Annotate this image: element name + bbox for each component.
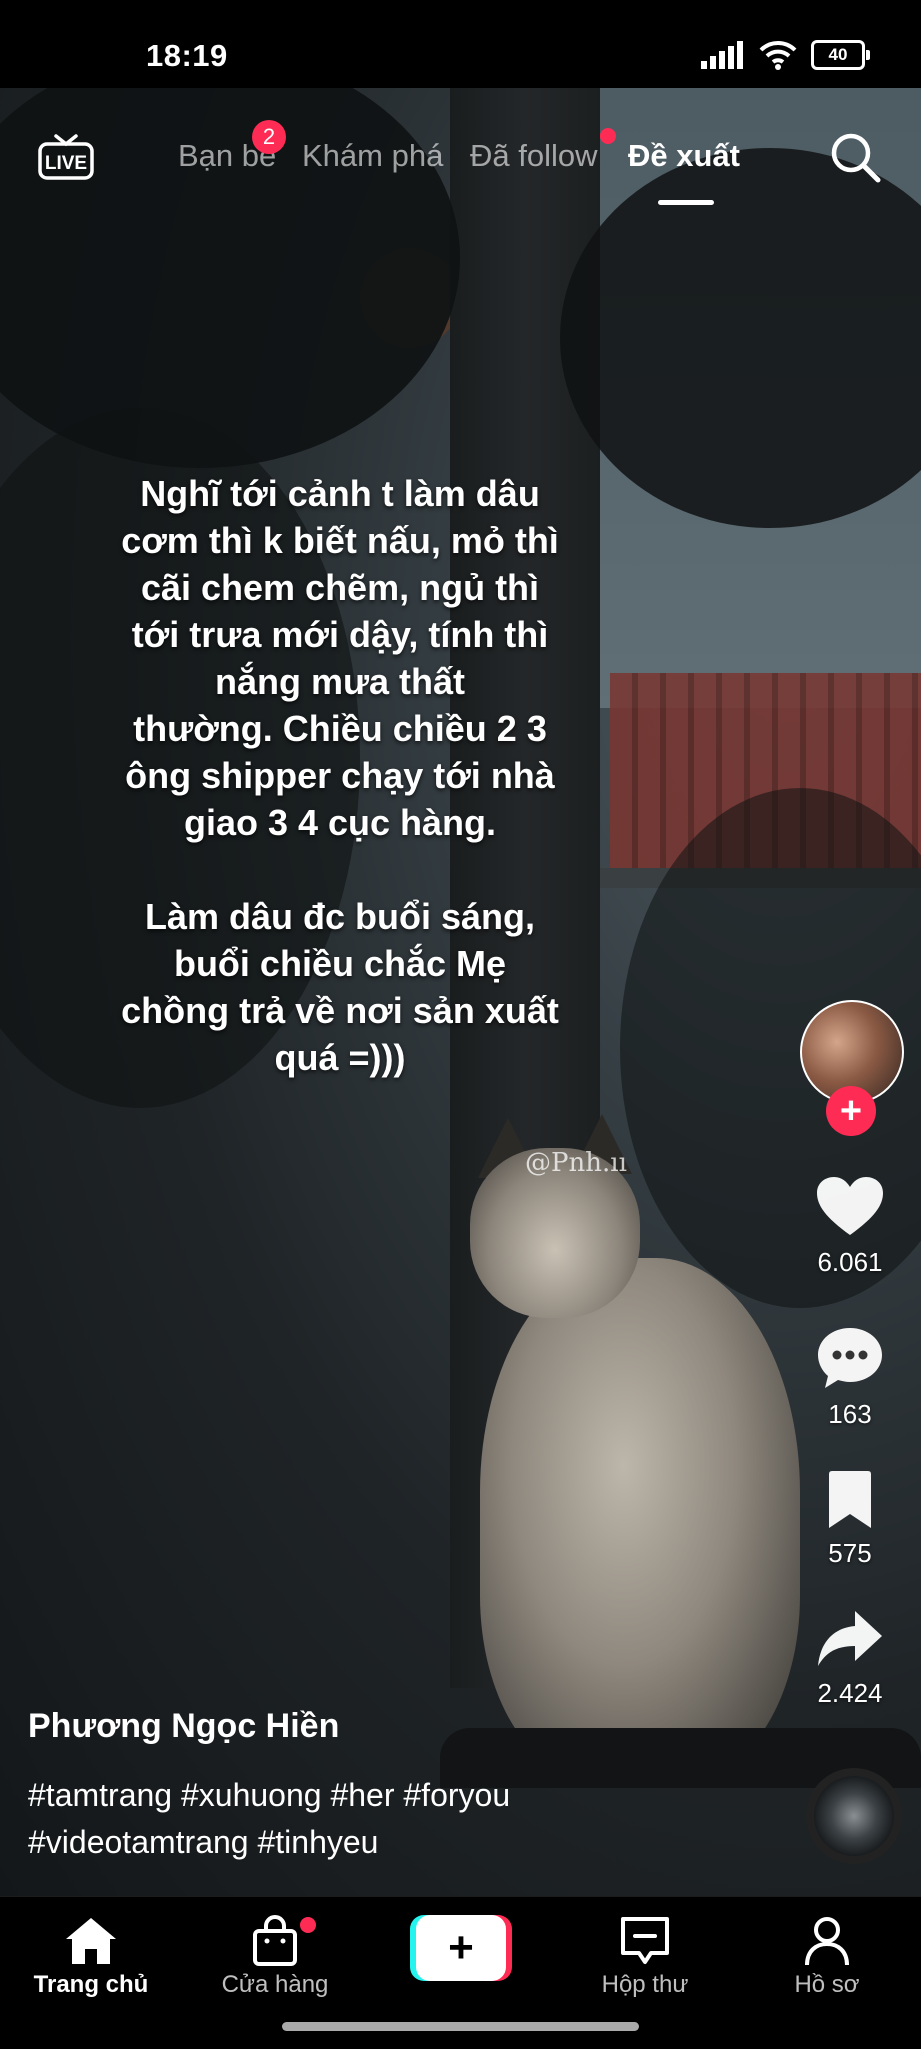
profile-icon xyxy=(805,1917,849,1966)
video-watermark: @Pnh.ıı xyxy=(525,1148,627,1178)
cat-body xyxy=(480,1258,800,1778)
create-button[interactable]: + xyxy=(410,1915,512,1981)
shop-notification-dot xyxy=(300,1917,316,1933)
share-button[interactable]: 2.424 xyxy=(790,1608,910,1709)
battery-icon: 40 xyxy=(811,40,870,70)
status-icons: 40 xyxy=(701,40,870,70)
nav-inbox-label: Hộp thư xyxy=(601,1971,689,1998)
nav-shop-label: Cửa hàng xyxy=(221,1971,329,1998)
shopping-bag-icon xyxy=(253,1915,297,1966)
video-hashtags[interactable]: #tamtrang #xuhuong #her #foryou #videota… xyxy=(28,1772,648,1866)
nav-inbox[interactable]: Hộp thư xyxy=(570,1915,720,1999)
music-disc-icon[interactable] xyxy=(806,1768,902,1864)
nav-profile[interactable]: Hồ sơ xyxy=(752,1915,902,1999)
svg-text:LIVE: LIVE xyxy=(45,153,87,174)
like-count: 6.061 xyxy=(817,1247,883,1277)
video-overlay-text: Nghĩ tới cảnh t làm dâu cơm thì k biết n… xyxy=(121,473,559,1078)
plus-icon: + xyxy=(416,1915,506,1981)
nav-home[interactable]: Trang chủ xyxy=(16,1915,166,1999)
home-indicator[interactable] xyxy=(282,2022,639,2031)
tab-for-you[interactable]: Đề xuất xyxy=(628,138,740,174)
search-icon[interactable] xyxy=(828,130,882,184)
top-nav: LIVE Bạn bè 2 Khám phá Đã follow Đề xuất xyxy=(0,120,921,205)
share-icon xyxy=(818,1611,882,1666)
comment-button[interactable]: 163 xyxy=(790,1325,910,1430)
heart-icon xyxy=(817,1177,883,1235)
comment-count: 163 xyxy=(828,1399,872,1429)
save-count: 575 xyxy=(828,1538,872,1568)
bookmark-icon xyxy=(829,1471,871,1528)
save-button[interactable]: 575 xyxy=(790,1470,910,1569)
wifi-icon xyxy=(759,40,797,70)
nav-home-label: Trang chủ xyxy=(33,1971,149,1998)
status-time: 18:19 xyxy=(146,38,228,73)
nav-profile-label: Hồ sơ xyxy=(794,1971,860,1998)
active-tab-indicator xyxy=(658,200,714,205)
status-bar: 18:19 40 xyxy=(0,0,921,88)
follow-plus-button[interactable]: + xyxy=(826,1086,876,1136)
home-icon xyxy=(66,1918,116,1964)
live-icon[interactable]: LIVE xyxy=(38,134,94,180)
like-button[interactable]: 6.061 xyxy=(790,1175,910,1278)
creator-username[interactable]: Phương Ngọc Hiền xyxy=(28,1707,339,1746)
tab-explore[interactable]: Khám phá xyxy=(302,138,443,174)
signal-icon xyxy=(701,41,743,69)
nav-shop[interactable]: Cửa hàng xyxy=(200,1915,350,1999)
inbox-icon xyxy=(621,1917,669,1964)
share-count: 2.424 xyxy=(817,1678,883,1708)
comment-icon xyxy=(818,1328,882,1388)
following-dot xyxy=(600,128,616,144)
friends-badge: 2 xyxy=(252,120,286,154)
tab-following[interactable]: Đã follow xyxy=(470,138,598,174)
